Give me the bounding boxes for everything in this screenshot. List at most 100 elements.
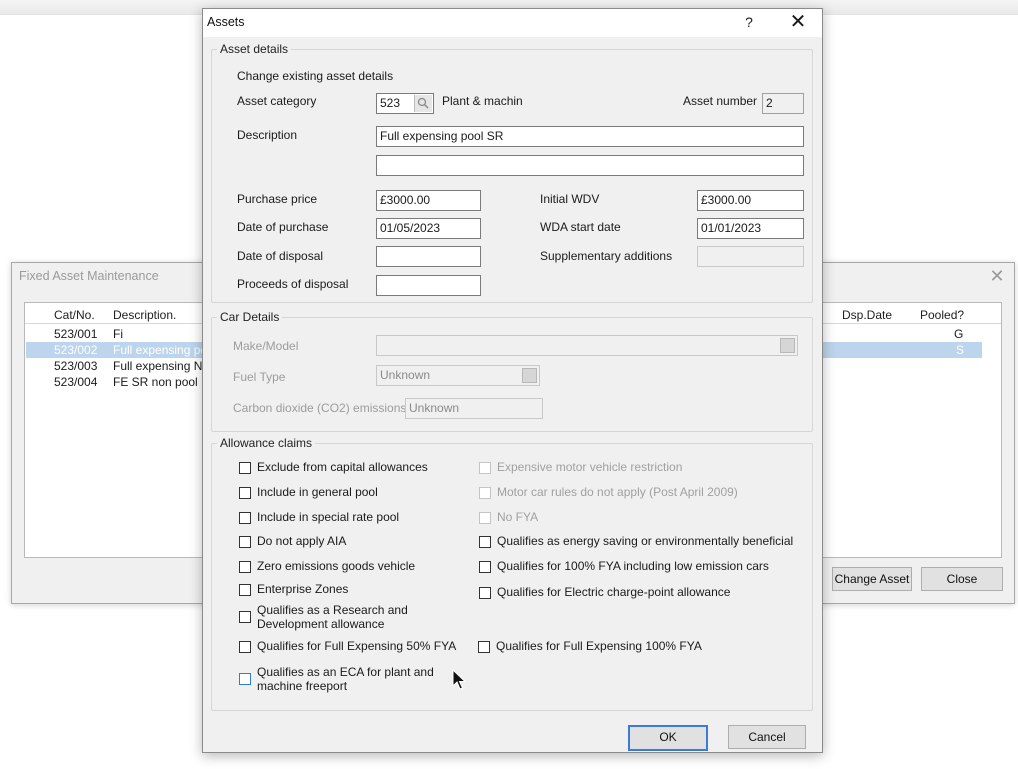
- asset-number-label: Asset number: [683, 94, 758, 108]
- initial-wdv-label: Initial WDV: [540, 192, 600, 206]
- checkbox-box[interactable]: [239, 487, 251, 499]
- checkbox-label: Qualifies for Full Expensing 100% FYA: [496, 639, 702, 653]
- checkbox-label-line-1: Qualifies as a Research and: [257, 603, 408, 617]
- dialog-titlebar: Assets ? ✕: [203, 9, 822, 37]
- checkbox-box[interactable]: [479, 561, 491, 573]
- make-model-combo: [376, 335, 798, 356]
- close-button[interactable]: Close: [921, 567, 1003, 591]
- asset-category-name: Plant & machin: [442, 94, 523, 108]
- checkbox-box: [479, 487, 491, 499]
- checkbox-box[interactable]: [239, 673, 251, 685]
- cancel-button[interactable]: Cancel: [728, 725, 806, 749]
- column-header-dsp-date[interactable]: Dsp.Date: [842, 308, 892, 322]
- allowance-claims-group: Allowance claims Exclude from capital al…: [211, 436, 813, 711]
- cell-description: FE SR non pool: [113, 375, 198, 389]
- checkbox-label: Enterprise Zones: [257, 582, 349, 596]
- cell-cat-no: 523/002: [54, 343, 98, 357]
- fuel-type-value: Unknown: [380, 368, 431, 382]
- fuel-type-label: Fuel Type: [233, 370, 286, 384]
- checkbox-label-line-2: Development allowance: [257, 617, 385, 631]
- change-asset-button[interactable]: Change Asset: [832, 567, 912, 591]
- group-legend: Allowance claims: [217, 436, 316, 450]
- cell-cat-no: 523/003: [54, 359, 98, 373]
- column-header-pooled[interactable]: Pooled?: [920, 308, 964, 322]
- cell-description: Full expensing pool: [113, 343, 217, 357]
- supplementary-additions-input: [697, 246, 804, 267]
- checkbox-label: Qualifies for Full Expensing 50% FYA: [257, 639, 457, 653]
- date-of-purchase-input[interactable]: 01/05/2023: [376, 218, 481, 239]
- checkbox-box[interactable]: [239, 584, 251, 596]
- checkbox-label-line-2: machine freeport: [257, 679, 348, 693]
- window-title: Fixed Asset Maintenance: [19, 269, 159, 283]
- help-icon[interactable]: ?: [741, 14, 757, 30]
- checkbox-box[interactable]: [239, 462, 251, 474]
- fuel-type-select: Unknown: [376, 365, 540, 386]
- cell-description: Full expensing Non: [113, 359, 216, 373]
- assets-dialog: Assets ? ✕ Asset details Change existing…: [202, 8, 823, 753]
- co2-label: Carbon dioxide (CO2) emissions: [233, 401, 407, 415]
- description-label: Description: [237, 128, 298, 142]
- dialog-title: Assets: [207, 15, 245, 29]
- checkbox-box[interactable]: [239, 561, 251, 573]
- purchase-price-label: Purchase price: [237, 192, 318, 206]
- column-header-description[interactable]: Description.: [113, 308, 176, 322]
- checkbox-label: Include in special rate pool: [257, 510, 400, 524]
- co2-emissions-field: Unknown: [405, 398, 543, 419]
- checkbox-box[interactable]: [239, 512, 251, 524]
- dropdown-button: [780, 338, 795, 353]
- car-details-group: Car Details Make/Model Fuel Type Unknown…: [211, 310, 813, 432]
- checkbox-label: Do not apply AIA: [257, 534, 347, 548]
- checkbox-label: Qualifies for Electric charge-point allo…: [497, 585, 731, 599]
- cell-cat-no: 523/001: [54, 327, 98, 341]
- description-input-line-1[interactable]: Full expensing pool SR: [376, 126, 804, 147]
- group-legend: Car Details: [217, 310, 283, 324]
- checkbox-label: Include in general pool: [257, 485, 378, 499]
- ok-button[interactable]: OK: [628, 725, 708, 751]
- checkbox-box[interactable]: [479, 536, 491, 548]
- column-header-cat-no[interactable]: Cat/No.: [54, 308, 95, 322]
- mouse-pointer-icon: [452, 668, 467, 694]
- asset-number-field: 2: [762, 93, 804, 114]
- checkbox-box[interactable]: [239, 641, 251, 653]
- proceeds-of-disposal-input[interactable]: [376, 275, 481, 296]
- checkbox-box[interactable]: [478, 641, 490, 653]
- initial-wdv-input[interactable]: £3000.00: [697, 190, 804, 211]
- wda-start-date-label: WDA start date: [540, 220, 621, 234]
- wda-start-date-input[interactable]: 01/01/2023: [697, 218, 804, 239]
- description-input-line-2[interactable]: [376, 155, 804, 176]
- close-icon[interactable]: ✕: [787, 11, 809, 33]
- checkbox-box: [479, 512, 491, 524]
- checkbox-label: Exclude from capital allowances: [257, 460, 428, 474]
- asset-category-code: 523: [380, 96, 401, 110]
- group-legend: Asset details: [217, 42, 292, 56]
- checkbox-box[interactable]: [479, 587, 491, 599]
- date-of-disposal-input[interactable]: [376, 246, 481, 267]
- asset-category-label: Asset category: [237, 94, 317, 108]
- supplementary-additions-label: Supplementary additions: [540, 249, 673, 263]
- checkbox-box: [479, 462, 491, 474]
- dropdown-button: [522, 368, 537, 383]
- checkbox-label: Motor car rules do not apply (Post April…: [497, 485, 738, 499]
- proceeds-of-disposal-label: Proceeds of disposal: [237, 277, 349, 291]
- cell-description: Fi: [113, 327, 123, 341]
- checkbox-label: No FYA: [497, 510, 539, 524]
- checkbox-box[interactable]: [239, 536, 251, 548]
- make-model-label: Make/Model: [233, 339, 299, 353]
- cell-pooled: S: [956, 343, 965, 357]
- checkbox-label: Expensive motor vehicle restriction: [497, 460, 683, 474]
- date-of-disposal-label: Date of disposal: [237, 249, 324, 263]
- purchase-price-input[interactable]: £3000.00: [376, 190, 481, 211]
- subtitle: Change existing asset details: [237, 69, 394, 83]
- checkbox-label: Qualifies as a Research and Development a…: [257, 603, 408, 631]
- checkbox-label: Qualifies for 100% FYA including low emi…: [497, 559, 769, 573]
- cell-pooled: G: [954, 327, 964, 341]
- checkbox-label: Qualifies as an ECA for plant and machine…: [257, 665, 434, 693]
- checkbox-box[interactable]: [239, 611, 251, 623]
- checkbox-label-line-1: Qualifies as an ECA for plant and: [257, 665, 434, 679]
- cell-cat-no: 523/004: [54, 375, 98, 389]
- asset-category-input[interactable]: 523: [376, 93, 434, 114]
- search-icon[interactable]: [414, 95, 432, 112]
- checkbox-label: Zero emissions goods vehicle: [257, 559, 416, 573]
- close-icon[interactable]: ✕: [987, 266, 1007, 286]
- checkbox-label: Qualifies as energy saving or environmen…: [497, 534, 794, 548]
